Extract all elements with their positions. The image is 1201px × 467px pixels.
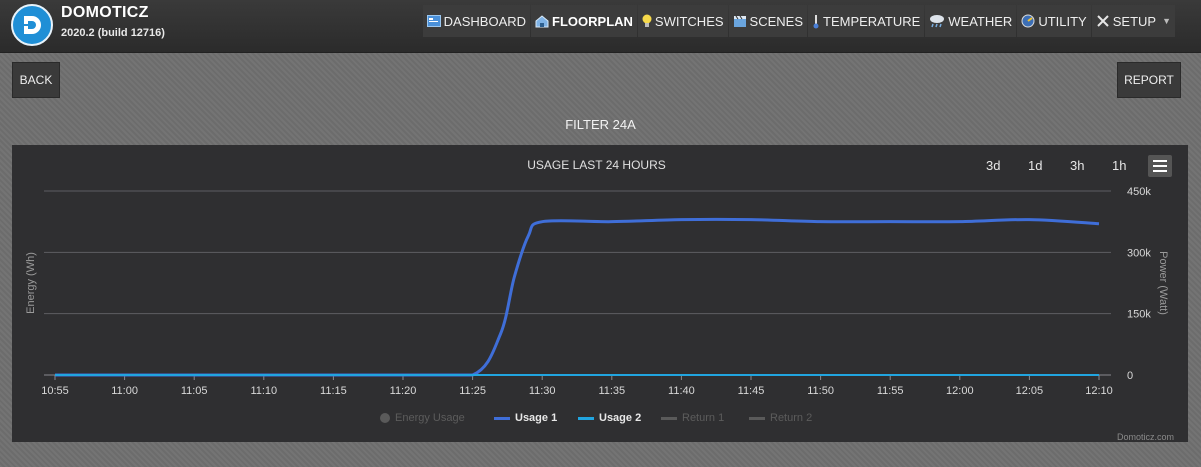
legend-line-icon <box>661 416 677 420</box>
credit-link[interactable]: Domoticz.com <box>1117 432 1174 442</box>
legend-dot-icon <box>380 413 390 423</box>
x-tick-label: 11:00 <box>111 385 138 397</box>
x-tick-label: 11:20 <box>390 385 417 397</box>
legend-item[interactable]: Energy Usage <box>380 412 465 424</box>
x-tick-label: 11:45 <box>738 385 765 397</box>
x-tick-label: 11:55 <box>877 385 904 397</box>
x-tick-label: 11:15 <box>320 385 347 397</box>
y-right-axis-title: Power (Watt) <box>1157 251 1169 315</box>
legend-item[interactable]: Usage 1 <box>494 412 557 424</box>
x-tick-label: 11:05 <box>181 385 208 397</box>
legend-item[interactable]: Return 1 <box>661 412 724 424</box>
legend-line-icon <box>494 416 510 420</box>
x-tick-label: 11:40 <box>668 385 695 397</box>
y-left-axis-title: Energy (Wh) <box>25 252 37 314</box>
y-tick-label: 150k <box>1127 309 1151 321</box>
y-tick-label: 300k <box>1127 247 1151 259</box>
y-tick-label: 0 <box>1127 370 1133 382</box>
legend-label: Usage 1 <box>515 412 558 424</box>
legend-line-icon <box>749 416 765 420</box>
legend-label: Return 1 <box>682 412 725 424</box>
y-tick-label: 450k <box>1127 186 1151 198</box>
series-line-usage-1 <box>55 217 1100 377</box>
x-tick-label: 11:30 <box>529 385 556 397</box>
x-tick-label: 12:00 <box>946 385 974 397</box>
x-tick-label: 11:50 <box>807 385 834 397</box>
x-tick-label: 11:10 <box>250 385 277 397</box>
x-tick-label: 11:35 <box>598 385 625 397</box>
legend-line-icon <box>578 416 594 420</box>
legend-label: Usage 2 <box>599 412 642 424</box>
chart-plot: 0 150k 300k 450k 10:55 11:00 11:05 11:10 11:15 11… <box>25 186 1169 397</box>
x-tick-label: 12:05 <box>1016 385 1044 397</box>
x-tick-label: 12:10 <box>1085 385 1113 397</box>
x-tick-label: 11:25 <box>459 385 486 397</box>
legend-item[interactable]: Usage 2 <box>578 412 641 424</box>
legend-item[interactable]: Return 2 <box>749 412 812 424</box>
legend-label: Return 2 <box>770 412 813 424</box>
x-tick-label: 10:55 <box>41 385 69 397</box>
legend-label: Energy Usage <box>395 412 465 424</box>
